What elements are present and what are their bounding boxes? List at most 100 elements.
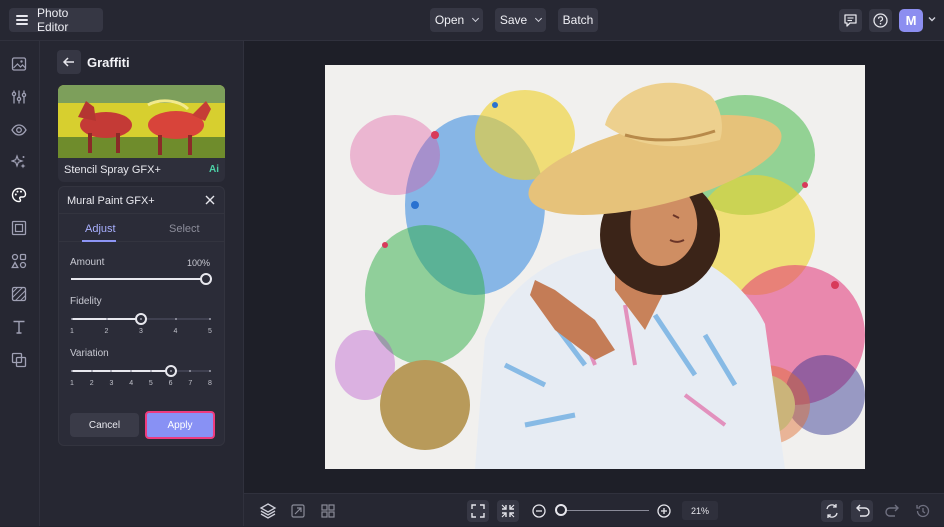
effect-settings-card: Mural Paint GFX+ Adjust Select Amount 10… [58, 186, 225, 446]
slider-tick-mark [174, 318, 177, 320]
slider-tick-mark [209, 318, 211, 320]
slider-tick-mark [169, 370, 172, 372]
slider-tick-label: 7 [188, 380, 193, 387]
back-button[interactable] [57, 50, 81, 74]
arrow-left-icon [62, 57, 74, 67]
preset-name: Stencil Spray GFX+ [64, 164, 161, 176]
preset-thumbnail[interactable] [58, 85, 225, 158]
help-icon [873, 13, 888, 28]
image-icon[interactable] [11, 56, 27, 72]
close-icon[interactable] [204, 194, 216, 206]
slider-tick-label: 5 [148, 380, 153, 387]
slider-tick-mark [149, 370, 152, 372]
save-label: Save [499, 13, 528, 27]
feedback-button[interactable] [839, 9, 862, 32]
amount-label: Amount [70, 257, 105, 268]
amount-slider[interactable] [59, 272, 224, 286]
layers-icon[interactable] [258, 501, 278, 521]
frame-icon[interactable] [11, 220, 27, 236]
tool-rail [0, 41, 40, 526]
slider-handle[interactable] [200, 273, 212, 285]
slider-tick-mark [90, 370, 93, 372]
fidelity-label: Fidelity [70, 296, 102, 307]
actual-size-icon [501, 504, 515, 518]
slider-tick-mark [71, 318, 73, 320]
apply-button[interactable]: Apply [145, 411, 215, 439]
preset-caption[interactable]: Stencil Spray GFX+ Ai [58, 158, 225, 182]
zoom-slider-handle[interactable] [555, 504, 567, 516]
text-icon[interactable] [11, 319, 27, 335]
top-bar: Photo Editor Open Save Batch M [0, 0, 944, 41]
save-button[interactable]: Save [495, 8, 546, 32]
zoom-in-icon[interactable] [654, 501, 674, 521]
active-tab-indicator [82, 240, 116, 242]
zoom-out-icon[interactable] [529, 501, 549, 521]
effect-name: Mural Paint GFX+ [67, 195, 155, 207]
fidelity-slider[interactable]: 1 2 3 4 5 [59, 312, 224, 342]
horses-thumbnail-image [58, 85, 225, 158]
slider-tick-label: 2 [104, 328, 109, 335]
eye-icon[interactable] [11, 122, 27, 138]
texture-icon[interactable] [11, 286, 27, 302]
slider-tick-label: 4 [173, 328, 178, 335]
effects-panel: Graffiti Stencil Spray GFX+ Ai Mural Pai… [40, 41, 244, 526]
slider-tick-mark [209, 370, 211, 372]
batch-label: Batch [562, 13, 594, 27]
compare-button[interactable] [821, 500, 843, 522]
resize-icon[interactable] [288, 501, 308, 521]
effect-header: Mural Paint GFX+ [59, 187, 224, 214]
graffiti-portrait-image [325, 65, 865, 469]
slider-tick-label: 6 [168, 380, 173, 387]
zoom-level[interactable]: 21% [682, 501, 718, 520]
variation-label: Variation [70, 348, 109, 359]
batch-button[interactable]: Batch [558, 8, 598, 32]
photo-canvas[interactable] [325, 65, 865, 469]
slider-tick-mark [105, 318, 108, 320]
overlay-icon[interactable] [11, 352, 27, 368]
adjustments-icon[interactable] [11, 89, 27, 105]
slider-tick-label: 8 [208, 380, 212, 387]
user-avatar[interactable]: M [899, 9, 923, 32]
actual-size-button[interactable] [497, 500, 519, 522]
tab-select[interactable]: Select [169, 223, 200, 235]
feedback-icon [844, 14, 857, 27]
compare-icon [826, 504, 838, 518]
zoom-slider-track[interactable] [560, 510, 649, 511]
redo-icon[interactable] [883, 501, 903, 521]
app-title: Photo Editor [37, 6, 69, 34]
slider-tick-label: 1 [70, 380, 74, 387]
graphics-icon[interactable] [11, 253, 27, 269]
tab-adjust[interactable]: Adjust [85, 223, 116, 235]
slider-tick-mark [140, 318, 142, 320]
fit-screen-icon [471, 504, 485, 518]
slider-tick-label: 3 [139, 328, 143, 335]
grid-icon[interactable] [318, 501, 338, 521]
cancel-button[interactable]: Cancel [70, 413, 139, 437]
slider-tick-label: 4 [129, 380, 134, 387]
chevron-down-icon[interactable] [927, 14, 937, 24]
app-menu-button[interactable]: Photo Editor [9, 6, 103, 34]
help-button[interactable] [869, 9, 892, 32]
chevron-down-icon [472, 14, 480, 23]
hamburger-menu-icon [16, 13, 28, 27]
slider-fill [72, 370, 171, 372]
amount-value: 100% [187, 258, 211, 268]
variation-slider[interactable]: 1 2 3 4 5 6 7 8 [59, 364, 224, 394]
bottom-toolbar: 21% [244, 493, 944, 526]
panel-title: Graffiti [87, 55, 130, 70]
slider-tick-label: 5 [208, 328, 212, 335]
open-label: Open [434, 13, 465, 27]
slider-tick-mark [71, 370, 73, 372]
fit-screen-button[interactable] [467, 500, 489, 522]
open-button[interactable]: Open [430, 8, 483, 32]
ai-badge: Ai [209, 164, 219, 175]
slider-fill [71, 278, 206, 280]
slider-tick-label: 2 [89, 380, 94, 387]
undo-button[interactable] [851, 500, 873, 522]
palette-icon[interactable] [11, 187, 27, 203]
history-icon[interactable] [913, 501, 933, 521]
sparkle-effects-icon[interactable] [11, 154, 27, 170]
slider-tick-label: 3 [109, 380, 114, 387]
chevron-down-icon [535, 14, 543, 23]
undo-icon [856, 504, 870, 517]
